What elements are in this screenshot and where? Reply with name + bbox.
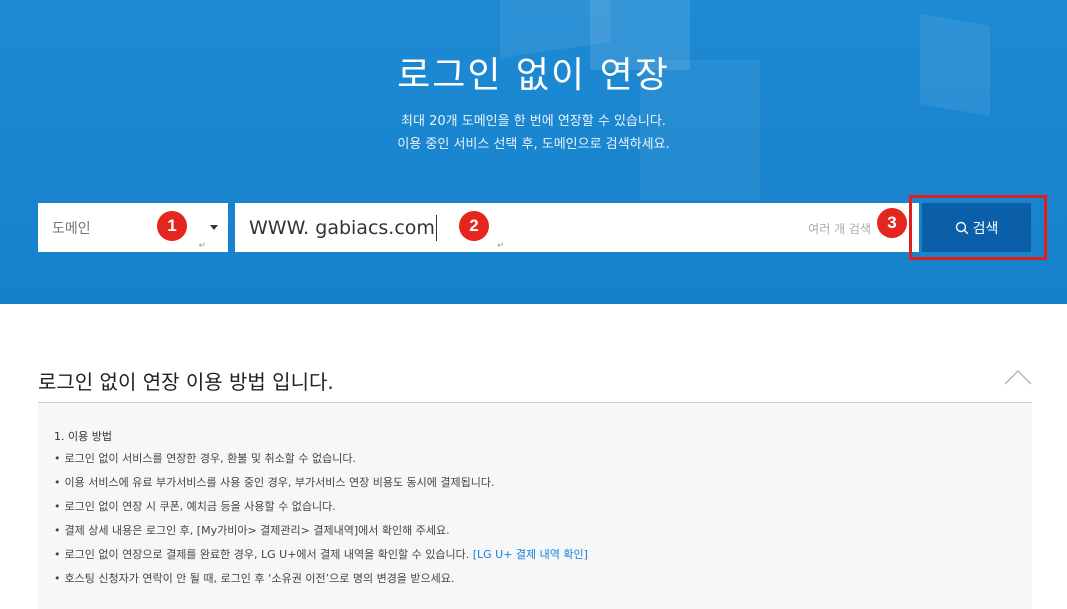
list-item: • 결제 상세 내용은 로그인 후, [My가비아> 결제관리> 결제내역]에서 … bbox=[54, 524, 450, 537]
list-item: • 로그인 없이 연장으로 결제를 완료한 경우, LG U+에서 결제 내역을 … bbox=[54, 548, 588, 561]
list-item: • 로그인 없이 연장 시 쿠폰, 예치금 등을 사용할 수 없습니다. bbox=[54, 500, 336, 513]
hero-subtitle-2: 이용 중인 서비스 선택 후, 도메인으로 검색하세요. bbox=[397, 137, 670, 152]
return-mark: ↵ bbox=[198, 241, 206, 251]
list-item: • 로그인 없이 서비스를 연장한 경우, 환불 및 취소할 수 없습니다. bbox=[54, 452, 356, 465]
text-cursor bbox=[435, 214, 437, 241]
service-select-label: 도메인 bbox=[52, 220, 91, 237]
lg-uplus-payment-link[interactable]: [LG U+ 결제 내역 확인] bbox=[473, 548, 588, 561]
domain-input-value: WWW. gabiacs.com bbox=[249, 216, 435, 239]
caret-down-icon bbox=[210, 225, 218, 230]
annotation-badge-3: 3 bbox=[877, 208, 907, 238]
page-title: 로그인 없이 연장 bbox=[397, 55, 670, 96]
guide-list-title: 1. 이용 방법 bbox=[54, 430, 112, 443]
domain-search-input[interactable]: WWW. gabiacs.com ↵ 여러 개 검색 bbox=[235, 203, 919, 252]
hero-banner: 로그인 없이 연장 최대 20개 도메인을 한 번에 연장할 수 있습니다. 이… bbox=[0, 0, 1067, 304]
return-mark: ↵ bbox=[497, 241, 505, 251]
guide-section-title: 로그인 없이 연장 이용 방법 입니다. bbox=[38, 370, 334, 394]
search-placeholder: 여러 개 검색 bbox=[808, 222, 871, 236]
list-item: • 호스팅 신청자가 연락이 안 될 때, 로그인 후 ‘소유권 이전’으로 명의… bbox=[54, 572, 455, 585]
annotation-badge-1: 1 bbox=[157, 211, 187, 241]
list-item: • 이용 서비스에 유료 부가서비스를 사용 중인 경우, 부가서비스 연장 비용… bbox=[54, 476, 495, 489]
guide-panel: 1. 이용 방법 • 로그인 없이 서비스를 연장한 경우, 환불 및 취소할 수… bbox=[38, 403, 1032, 609]
service-select[interactable]: 도메인 ↵ bbox=[38, 203, 228, 252]
hero-subtitle-1: 최대 20개 도메인을 한 번에 연장할 수 있습니다. bbox=[401, 114, 666, 129]
annotation-badge-2: 2 bbox=[459, 211, 489, 241]
chevron-up-icon[interactable] bbox=[1003, 368, 1033, 386]
annotation-highlight-box bbox=[909, 195, 1047, 260]
